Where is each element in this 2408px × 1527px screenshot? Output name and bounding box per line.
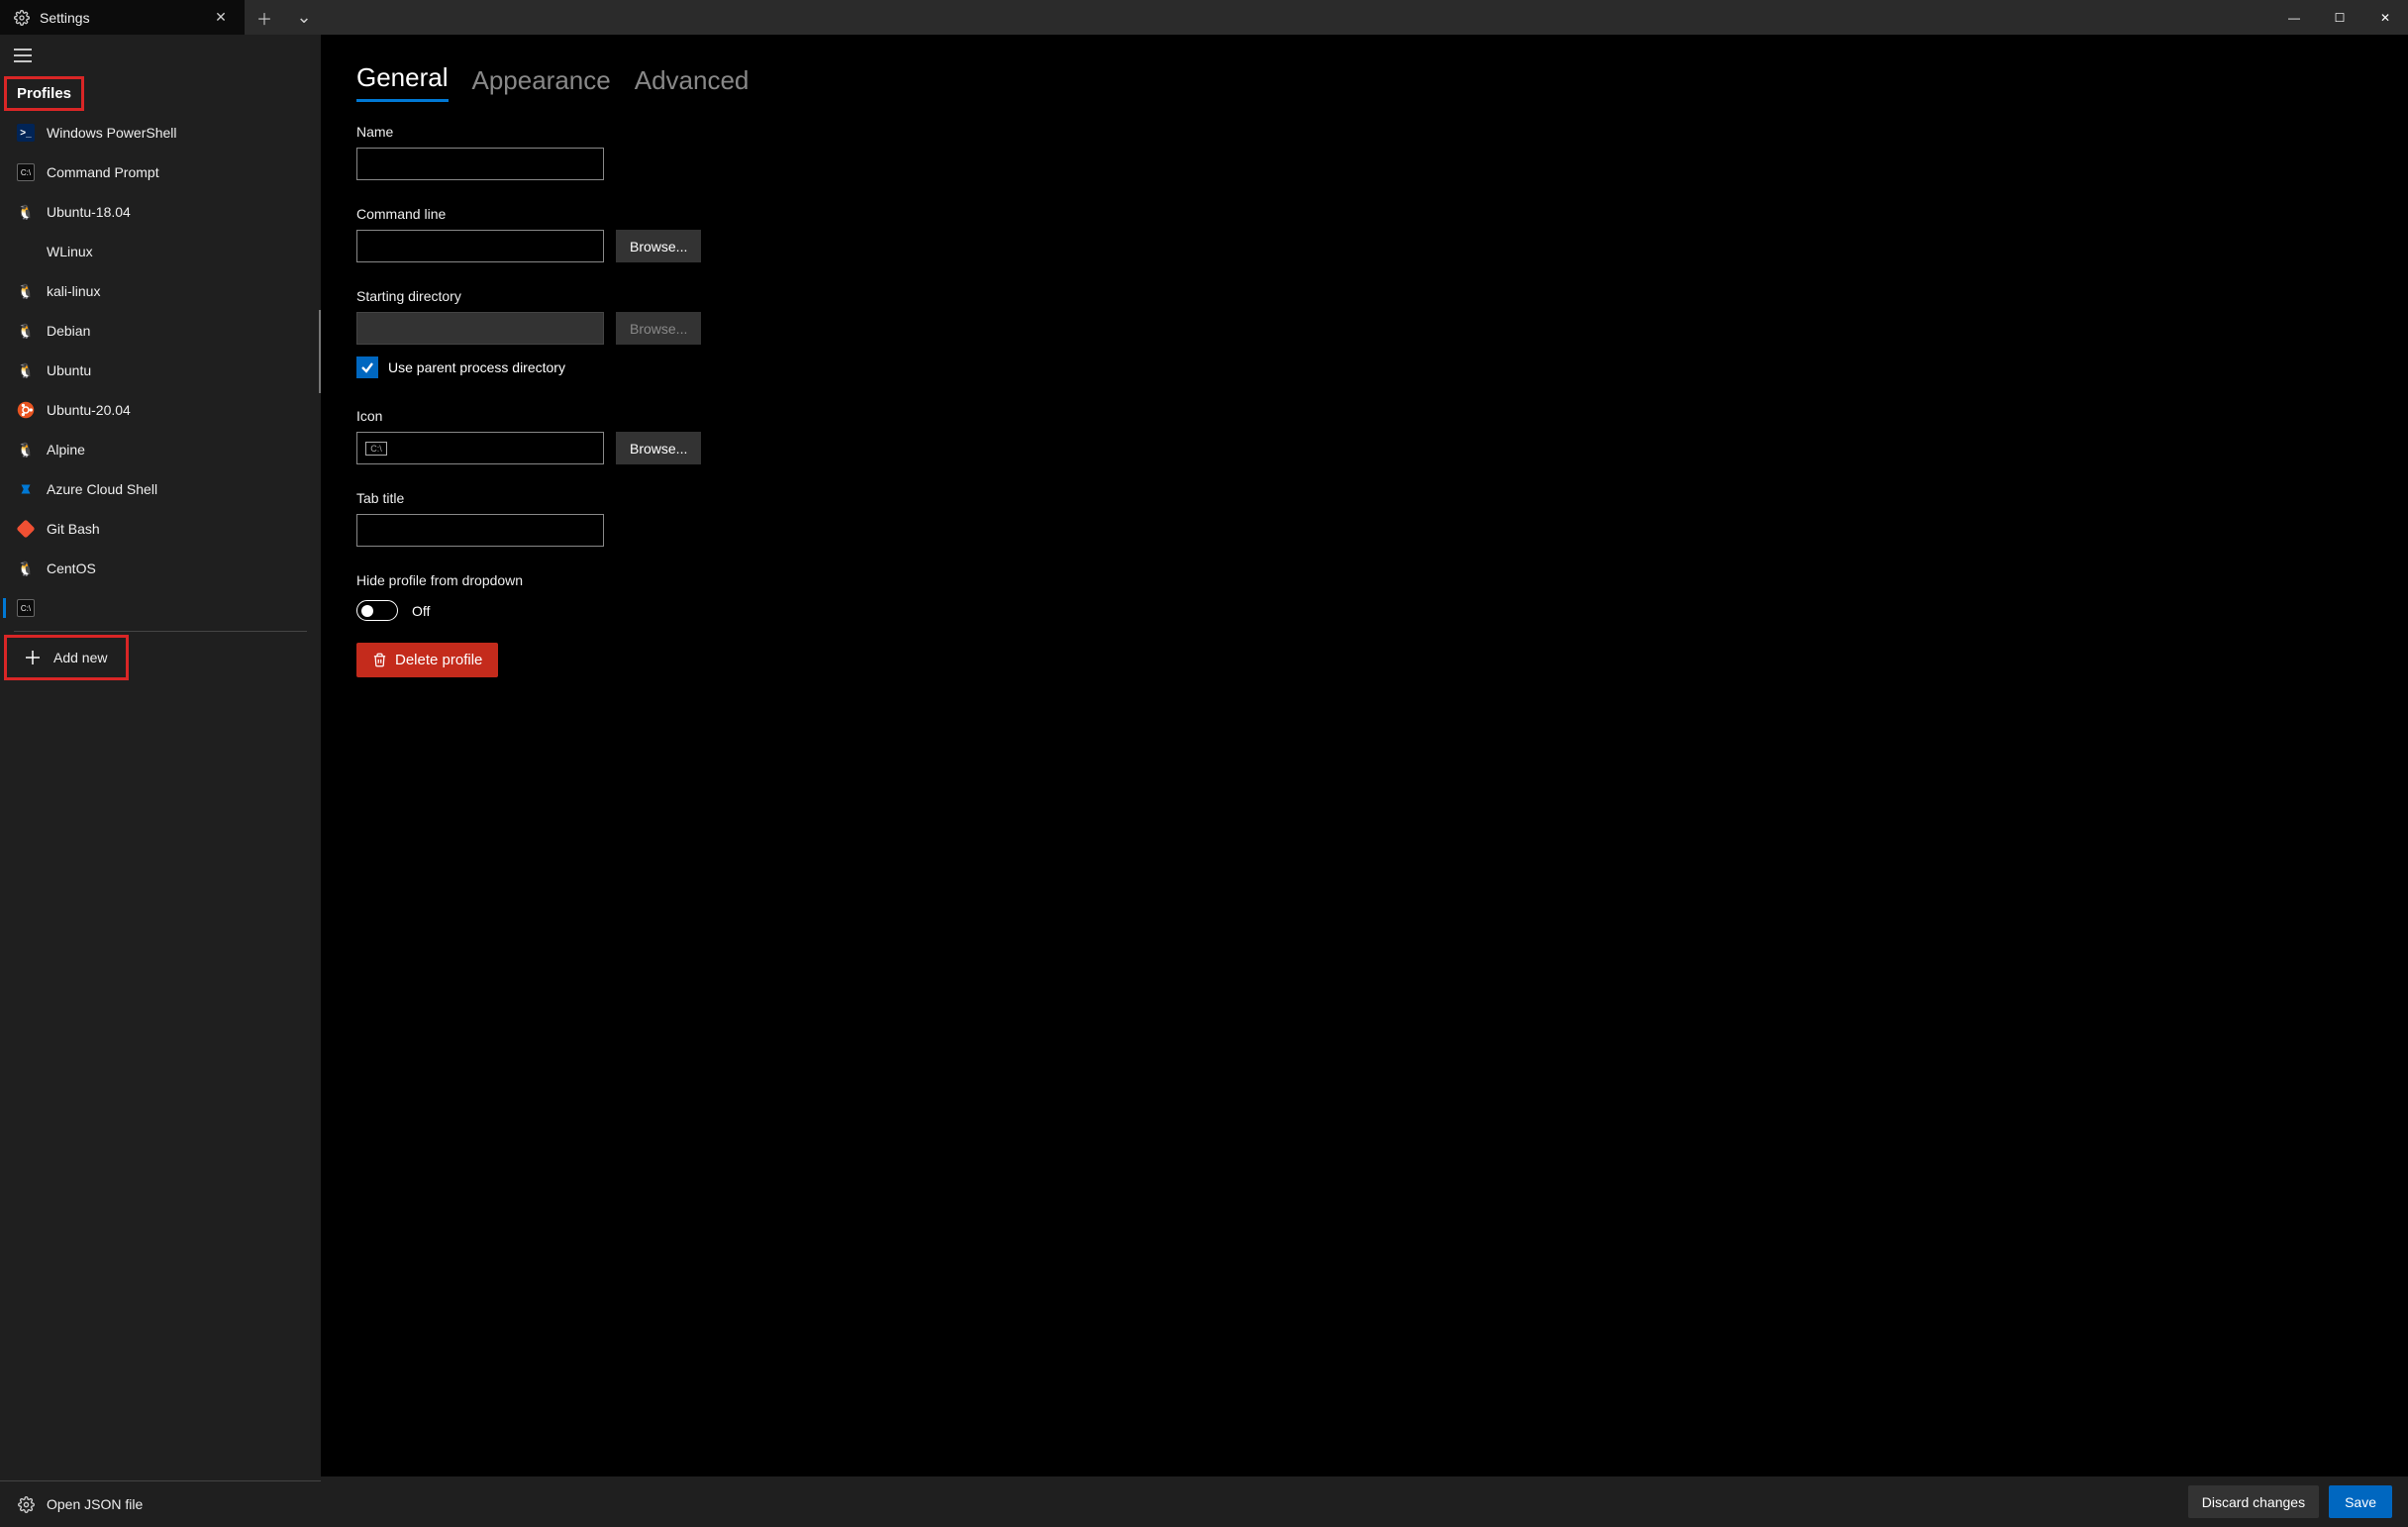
plus-icon (24, 649, 42, 666)
command-line-label: Command line (356, 206, 2408, 222)
sidebar-item-label: kali-linux (47, 283, 100, 299)
sidebar-item-current-blank[interactable]: C:\ (0, 588, 321, 628)
icon-preview: C:\ (365, 442, 387, 456)
tux-icon: 🐧 (17, 560, 35, 577)
window-close-button[interactable]: ✕ (2362, 0, 2408, 35)
sidebar: Profiles >_ Windows PowerShell C:\ Comma… (0, 35, 321, 1527)
use-parent-checkbox[interactable] (356, 356, 378, 378)
sidebar-item-powershell[interactable]: >_ Windows PowerShell (0, 113, 321, 153)
tux-icon: 🐧 (17, 203, 35, 221)
tab-close-button[interactable]: ✕ (207, 9, 235, 26)
sidebar-item-label: Add new (53, 650, 107, 665)
sidebar-item-azure[interactable]: Azure Cloud Shell (0, 469, 321, 509)
sidebar-item-ubuntu1804[interactable]: 🐧 Ubuntu-18.04 (0, 192, 321, 232)
tux-icon: 🐧 (17, 441, 35, 458)
tux-icon: 🐧 (17, 322, 35, 340)
sidebar-item-label: Debian (47, 323, 90, 339)
git-icon (17, 520, 35, 538)
sidebar-item-label: Windows PowerShell (47, 125, 177, 141)
name-label: Name (356, 124, 2408, 140)
sidebar-item-label: Ubuntu-20.04 (47, 402, 131, 418)
tab-label: Settings (40, 10, 207, 26)
ubuntu-icon (17, 401, 35, 419)
discard-changes-button[interactable]: Discard changes (2188, 1485, 2319, 1518)
save-button[interactable]: Save (2329, 1485, 2392, 1518)
powershell-icon: >_ (17, 124, 35, 142)
hide-profile-label: Hide profile from dropdown (356, 572, 2408, 588)
tab-title-label: Tab title (356, 490, 2408, 506)
sidebar-item-cmd[interactable]: C:\ Command Prompt (0, 153, 321, 192)
browse-starting-directory-button: Browse... (616, 312, 701, 345)
tab-dropdown-button[interactable]: ⌄ (284, 7, 324, 28)
hamburger-button[interactable] (0, 35, 321, 76)
tab-general[interactable]: General (356, 62, 449, 102)
tab-title-input[interactable] (356, 514, 604, 547)
starting-directory-input (356, 312, 604, 345)
window-maximize-button[interactable]: ☐ (2317, 0, 2362, 35)
browse-icon-button[interactable]: Browse... (616, 432, 701, 464)
delete-profile-button[interactable]: Delete profile (356, 643, 498, 677)
sidebar-item-centos[interactable]: 🐧 CentOS (0, 549, 321, 588)
titlebar: Settings ✕ ＋ ⌄ — ☐ ✕ (0, 0, 2408, 35)
sidebar-item-label: CentOS (47, 560, 96, 576)
content-area: General Appearance Advanced Name Command… (321, 35, 2408, 1527)
gear-icon (17, 1495, 35, 1513)
sidebar-item-wlinux[interactable]: WLinux (0, 232, 321, 271)
hide-profile-toggle[interactable] (356, 600, 398, 621)
tab-appearance[interactable]: Appearance (472, 65, 611, 102)
starting-directory-label: Starting directory (356, 288, 2408, 304)
sidebar-item-open-json[interactable]: Open JSON file (0, 1481, 321, 1527)
gear-icon (14, 10, 30, 26)
sidebar-item-label: Azure Cloud Shell (47, 481, 157, 497)
sidebar-item-alpine[interactable]: 🐧 Alpine (0, 430, 321, 469)
icon-input[interactable]: C:\ (356, 432, 604, 464)
new-tab-button[interactable]: ＋ (245, 6, 284, 30)
content-tabs: General Appearance Advanced (321, 35, 2408, 102)
tux-icon: 🐧 (17, 361, 35, 379)
window-minimize-button[interactable]: — (2271, 0, 2317, 35)
sidebar-item-ubuntu2004[interactable]: Ubuntu-20.04 (0, 390, 321, 430)
name-input[interactable] (356, 148, 604, 180)
sidebar-item-label: Open JSON file (47, 1496, 143, 1512)
sidebar-item-debian[interactable]: 🐧 Debian (0, 311, 321, 351)
divider (14, 631, 307, 632)
command-line-input[interactable] (356, 230, 604, 262)
tab-advanced[interactable]: Advanced (635, 65, 750, 102)
profiles-header: Profiles (4, 76, 84, 111)
sidebar-item-label: Git Bash (47, 521, 100, 537)
blank-icon (17, 243, 35, 260)
cmd-icon: C:\ (17, 163, 35, 181)
tux-icon: 🐧 (17, 282, 35, 300)
use-parent-label: Use parent process directory (388, 359, 565, 375)
tab-settings[interactable]: Settings ✕ (0, 0, 245, 35)
sidebar-item-label: WLinux (47, 244, 93, 259)
sidebar-item-label: Alpine (47, 442, 85, 458)
sidebar-item-gitbash[interactable]: Git Bash (0, 509, 321, 549)
sidebar-item-kali[interactable]: 🐧 kali-linux (0, 271, 321, 311)
sidebar-item-label: Ubuntu-18.04 (47, 204, 131, 220)
sidebar-item-label: Ubuntu (47, 362, 91, 378)
terminal-icon: C:\ (17, 599, 35, 617)
icon-label: Icon (356, 408, 2408, 424)
hide-profile-state: Off (412, 603, 430, 619)
bottom-bar: Discard changes Save (321, 1476, 2408, 1527)
sidebar-item-label: Command Prompt (47, 164, 159, 180)
sidebar-item-ubuntu[interactable]: 🐧 Ubuntu (0, 351, 321, 390)
sidebar-item-add-new[interactable]: Add new (7, 638, 126, 677)
azure-icon (17, 480, 35, 498)
browse-command-line-button[interactable]: Browse... (616, 230, 701, 262)
